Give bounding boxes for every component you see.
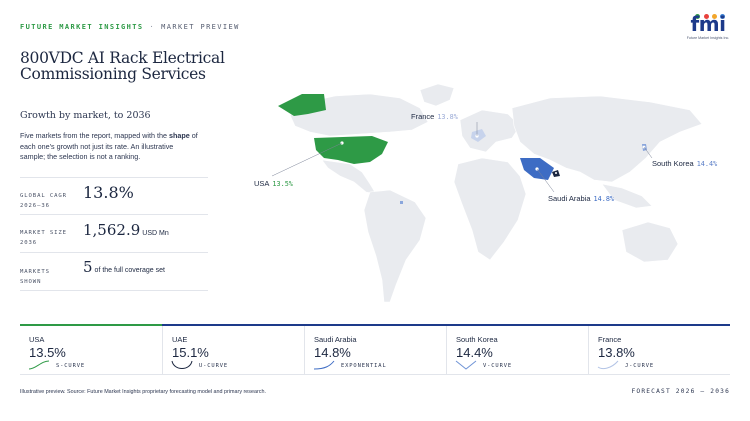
cards-bottom-rule <box>20 374 730 375</box>
map-region-greenland <box>419 83 455 107</box>
card-curve-type: U-CURVE <box>199 363 229 369</box>
fmi-logo[interactable]: fmi Future Market Insights Inc. <box>686 13 730 43</box>
j-curve-icon <box>597 360 619 370</box>
map-label-france[interactable]: France 13.8% <box>411 112 458 121</box>
map-pin-uae <box>555 172 557 174</box>
stat-value: 5 of the full coverage set <box>83 258 165 276</box>
stat-label: MARKETS SHOWN <box>20 269 50 285</box>
forecast-period: FORECAST 2026 – 2036 <box>631 388 730 395</box>
card-country: Saudi Arabia <box>314 335 357 344</box>
description-emphasis: shape <box>169 131 190 140</box>
card-usa[interactable]: USA 13.5% S-CURVE <box>20 326 162 374</box>
stat-label: MARKET SIZE 2036 <box>20 230 67 246</box>
stat-label: GLOBAL CAGR 2026–36 <box>20 193 67 209</box>
card-curve-type: S-CURVE <box>56 363 86 369</box>
header-separator: · <box>149 23 156 31</box>
logo-subtext: Future Market Insights Inc. <box>686 36 730 40</box>
logo-wordmark: fmi <box>690 12 726 36</box>
stats-divider <box>20 290 208 291</box>
card-saudi-arabia[interactable]: Saudi Arabia 14.8% EXPONENTIAL <box>304 326 446 374</box>
card-country: South Korea <box>456 335 498 344</box>
s-curve-icon <box>28 360 50 370</box>
map-region-australia <box>621 221 679 263</box>
map-region-mexico <box>321 159 377 195</box>
card-curve-type: J-CURVE <box>625 363 655 369</box>
card-cagr: 13.5% <box>29 345 66 360</box>
page-description: Five markets from the report, mapped wit… <box>20 131 198 161</box>
card-cagr: 14.4% <box>456 345 493 360</box>
source-footnote: Illustrative preview. Source: Future Mar… <box>20 389 266 395</box>
card-curve-type: V-CURVE <box>483 363 513 369</box>
map-marker-dot <box>400 201 403 204</box>
brand-name: FUTURE MARKET INSIGHTS <box>20 23 144 31</box>
stat-value: 1,562.9 USD Mn <box>83 221 169 239</box>
card-cagr: 15.1% <box>172 345 209 360</box>
card-curve-type: EXPONENTIAL <box>341 363 387 369</box>
stat-market-size: MARKET SIZE 2036 1,562.9 USD Mn <box>20 214 208 252</box>
map-region-europe <box>459 109 521 153</box>
stat-markets-shown: MARKETS SHOWN 5 of the full coverage set <box>20 252 208 290</box>
header-tagline: FUTURE MARKET INSIGHTS · MARKET PREVIEW <box>20 23 240 31</box>
card-uae[interactable]: UAE 15.1% U-CURVE <box>162 326 304 374</box>
map-label-saudi-arabia[interactable]: Saudi Arabia 14.8% <box>548 194 614 203</box>
card-south-korea[interactable]: South Korea 14.4% V-CURVE <box>446 326 588 374</box>
map-region-africa <box>453 157 527 261</box>
section-name: MARKET PREVIEW <box>161 23 240 31</box>
leader-line-usa <box>271 142 343 177</box>
u-curve-icon <box>171 360 193 369</box>
map-label-south-korea[interactable]: South Korea 14.4% <box>652 159 717 168</box>
card-cagr: 13.8% <box>598 345 635 360</box>
card-country: France <box>598 335 622 344</box>
world-map <box>271 83 703 303</box>
page-title: 800VDC AI Rack Electrical Commissioning … <box>20 49 225 83</box>
card-country: USA <box>29 335 45 344</box>
card-country: UAE <box>172 335 188 344</box>
card-france[interactable]: France 13.8% J-CURVE <box>588 326 730 374</box>
map-usa <box>314 136 388 164</box>
map-region-south-america <box>363 189 427 303</box>
card-cagr: 14.8% <box>314 345 351 360</box>
page-subtitle: Growth by market, to 2036 <box>20 110 151 121</box>
stat-value: 13.8% <box>83 183 134 202</box>
stat-global-cagr: GLOBAL CAGR 2026–36 13.8% <box>20 177 208 214</box>
map-label-usa[interactable]: USA 13.5% <box>254 179 293 188</box>
exponential-curve-icon <box>313 360 335 370</box>
v-curve-icon <box>455 360 477 370</box>
